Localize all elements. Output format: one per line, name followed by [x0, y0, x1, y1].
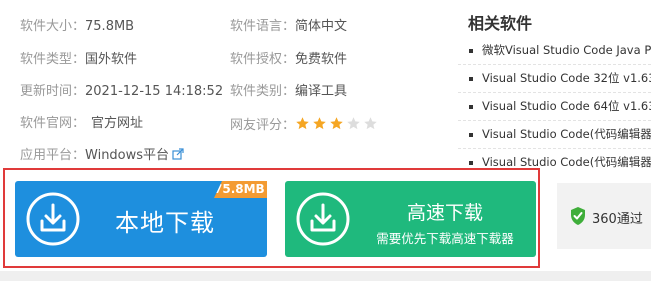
safety-check-label: 360通过: [592, 212, 643, 227]
info-language-value: 简体中文: [295, 19, 348, 34]
info-platform: 应用平台：Windows平台: [20, 148, 184, 164]
rating-stars: [295, 116, 380, 136]
related-item-label: 微软Visual Studio Code Java Pac: [482, 43, 651, 57]
related-item[interactable]: 微软Visual Studio Code Java Pac: [458, 37, 651, 65]
local-download-label: 本地下载: [115, 209, 215, 237]
fast-download-sublabel: 需要优先下载高速下载器: [376, 231, 514, 246]
software-detail-page: 软件大小：75.8MB 软件语言：简体中文 软件类型：国外软件 软件授权：免费软…: [0, 0, 651, 281]
download-tray-icon: [296, 192, 350, 246]
related-item-label: Visual Studio Code 64位 v1.63.1: [482, 99, 651, 113]
official-website-link[interactable]: 官方网址: [91, 116, 143, 131]
info-language-label: 软件语言：: [230, 19, 296, 34]
external-link-icon[interactable]: [172, 148, 184, 160]
info-platform-value: Windows平台: [85, 148, 170, 163]
info-updated: 更新时间：2021-12-15 14:18:52: [20, 84, 223, 100]
info-platform-label: 应用平台：: [20, 148, 86, 163]
star-icon: [296, 117, 309, 130]
bullet-icon: [469, 161, 473, 165]
info-license-label: 软件授权：: [230, 52, 296, 67]
related-item[interactable]: Visual Studio Code(代码编辑器): [458, 121, 651, 149]
info-category: 软件类别：编译工具: [230, 84, 347, 100]
info-website-label: 软件官网：: [20, 116, 86, 131]
info-type-value: 国外软件: [85, 52, 138, 67]
info-rating: 网友评分：: [230, 116, 380, 136]
bullet-icon: [469, 133, 473, 137]
star-icon: [313, 117, 326, 130]
info-type-label: 软件类型：: [20, 52, 86, 67]
star-icon: [330, 117, 343, 130]
info-license-value: 免费软件: [295, 52, 348, 67]
related-software-panel: 相关软件 微软Visual Studio Code Java Pac Visua…: [458, 0, 651, 170]
related-item[interactable]: Visual Studio Code 32位 v1.63.1: [458, 65, 651, 93]
info-size-value: 75.8MB: [85, 19, 135, 34]
info-category-value: 编译工具: [295, 84, 348, 99]
info-rating-label: 网友评分：: [230, 118, 296, 133]
info-language: 软件语言：简体中文: [230, 19, 347, 35]
safety-check-badge: 360通过: [557, 183, 651, 249]
info-updated-label: 更新时间：: [20, 84, 86, 99]
info-size: 软件大小：75.8MB: [20, 19, 134, 35]
related-item-label: Visual Studio Code(代码编辑器): [482, 155, 651, 169]
related-item[interactable]: Visual Studio Code(代码编辑器): [458, 149, 651, 170]
bullet-icon: [469, 49, 473, 53]
related-software-list: 微软Visual Studio Code Java Pac Visual Stu…: [458, 37, 651, 170]
star-icon: [364, 117, 377, 130]
bottom-divider: [0, 271, 651, 281]
related-item-label: Visual Studio Code(代码编辑器): [482, 127, 651, 141]
bullet-icon: [469, 77, 473, 81]
badge-fold: [214, 181, 222, 198]
star-icon: [347, 117, 360, 130]
shield-check-icon: [571, 207, 585, 225]
info-updated-value: 2021-12-15 14:18:52: [85, 84, 224, 99]
fast-download-label: 高速下载: [406, 202, 483, 224]
related-item[interactable]: Visual Studio Code 64位 v1.63.1: [458, 93, 651, 121]
info-category-label: 软件类别：: [230, 84, 296, 99]
download-tray-icon: [26, 192, 80, 246]
info-license: 软件授权：免费软件: [230, 52, 347, 68]
related-item-label: Visual Studio Code 32位 v1.63.1: [482, 71, 651, 85]
info-type: 软件类型：国外软件: [20, 52, 137, 68]
info-website: 软件官网： 官方网址: [20, 116, 143, 132]
related-software-title: 相关软件: [468, 14, 533, 33]
fast-download-button[interactable]: 高速下载 需要优先下载高速下载器: [285, 181, 536, 257]
bullet-icon: [469, 105, 473, 109]
info-size-label: 软件大小：: [20, 19, 86, 34]
